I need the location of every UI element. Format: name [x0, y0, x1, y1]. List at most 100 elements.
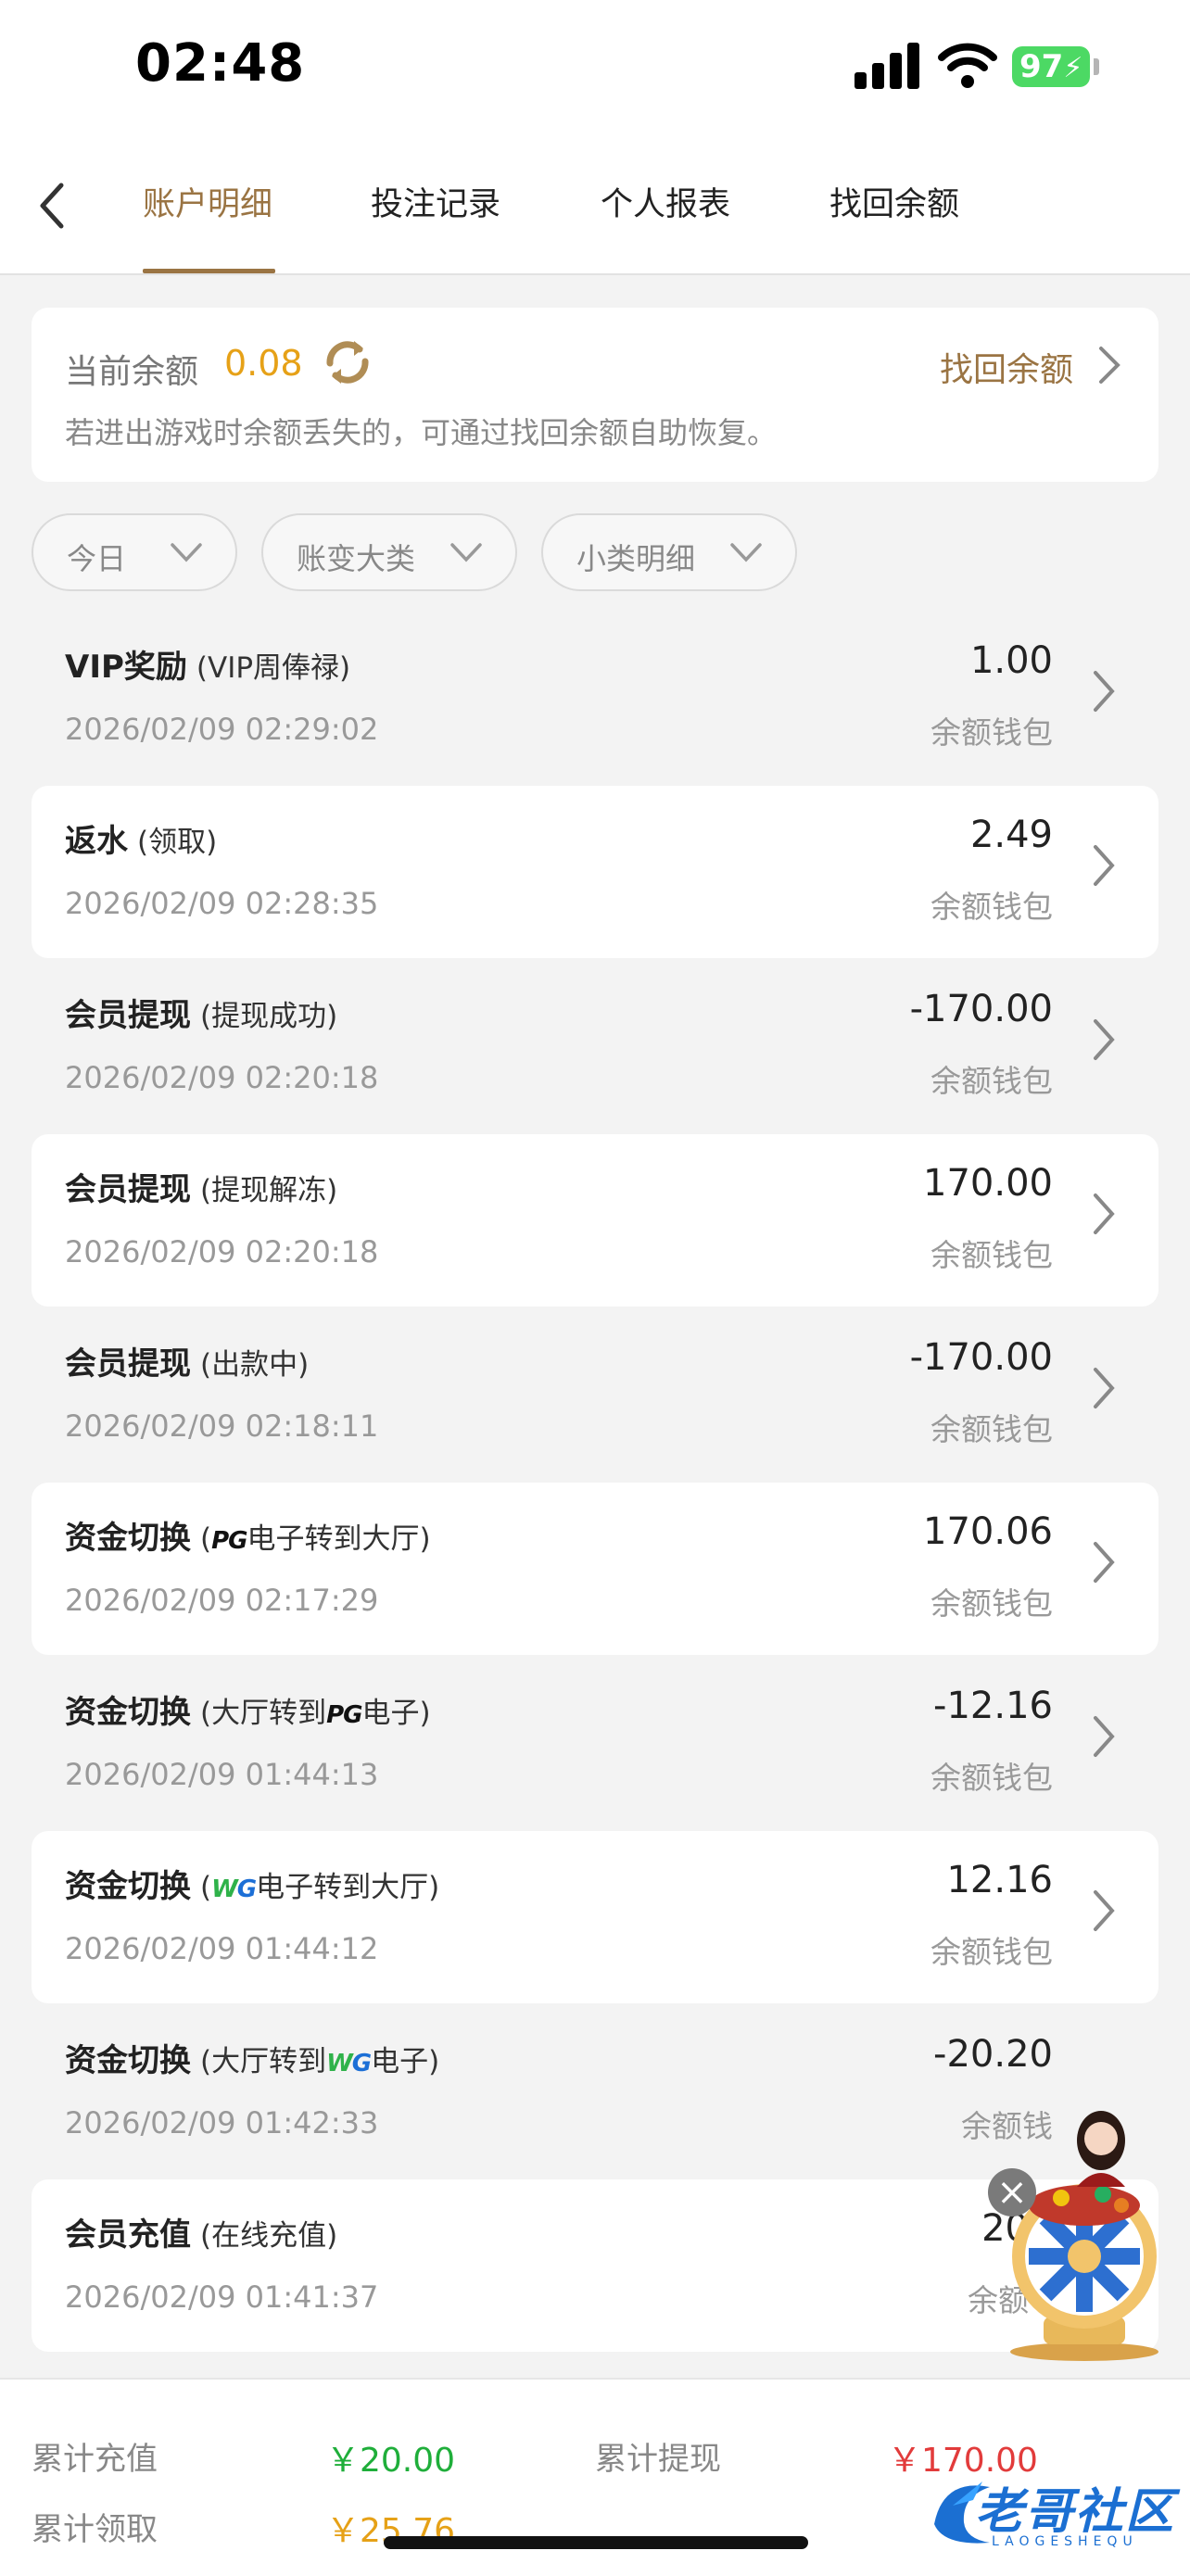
- balance-hint: 若进出游戏时余额丢失的，可通过找回余额自助恢复。: [65, 415, 778, 450]
- record-time: 2026/02/09 02:20:18: [65, 1060, 379, 1095]
- top-nav: 账户明细 投注记录 个人报表 找回余额: [0, 139, 1190, 275]
- active-tab-indicator: [143, 269, 275, 273]
- record-time: 2026/02/09 01:44:12: [65, 1931, 379, 1966]
- filter-subcategory-label: 小类明细: [576, 541, 696, 576]
- record-wallet: 余额钱包: [930, 714, 1053, 751]
- chevron-right-icon: [1094, 1542, 1115, 1583]
- battery-icon: 97⚡: [1012, 46, 1090, 87]
- record-wallet: 余额钱包: [930, 889, 1053, 925]
- filter-category[interactable]: 账变大类: [261, 513, 517, 591]
- tab-recover-balance[interactable]: 找回余额: [829, 178, 959, 225]
- wifi-icon: [938, 43, 997, 88]
- filter-date-label: 今日: [67, 541, 127, 576]
- record-time: 2026/02/09 02:29:02: [65, 712, 379, 747]
- balance-card: 当前余额 0.08 找回余额 若进出游戏时余额丢失的，可通过找回余额自助恢复。: [32, 308, 1158, 482]
- chevron-right-icon: [1094, 1890, 1115, 1931]
- battery-level: 97: [1019, 48, 1064, 85]
- promo-wheel-widget[interactable]: [992, 2085, 1177, 2363]
- balance-label: 当前余额: [65, 353, 199, 391]
- record-row[interactable]: 资金切换 (大厅转到WG电子) 2026/02/09 01:42:33 -20.2…: [32, 2005, 1158, 2178]
- record-row[interactable]: 资金切换 (大厅转到PG电子) 2026/02/09 01:44:13 -12.1…: [32, 1657, 1158, 1829]
- recover-balance-link[interactable]: 找回余额: [940, 343, 1073, 391]
- chevron-right-icon: [1094, 845, 1115, 886]
- total-recharge-value: ￥20.00: [326, 2442, 456, 2480]
- record-time: 2026/02/09 02:28:35: [65, 886, 379, 921]
- record-subtype-prefix: (: [200, 1871, 212, 1904]
- record-amount: -170.00: [909, 988, 1053, 1030]
- record-row[interactable]: 资金切换 (WG电子转到大厅) 2026/02/09 01:44:12 12.16…: [32, 1831, 1158, 2003]
- record-time: 2026/02/09 02:18:11: [65, 1408, 379, 1444]
- record-amount: 170.00: [923, 1162, 1053, 1205]
- filter-category-label: 账变大类: [297, 541, 416, 576]
- tab-bet-records[interactable]: 投注记录: [371, 178, 500, 225]
- chevron-right-icon: [1094, 1193, 1115, 1234]
- record-title: 资金切换: [65, 1520, 191, 1557]
- pg-logo: PG: [326, 1701, 362, 1729]
- chevron-down-icon: [730, 543, 762, 562]
- chevron-right-icon: [1094, 671, 1115, 712]
- brand-subtitle: LAOGESHEQU: [992, 2534, 1138, 2549]
- brand-name: 老哥社区: [975, 2484, 1176, 2540]
- record-title: 会员提现: [65, 997, 191, 1034]
- chevron-right-icon: [1094, 1368, 1115, 1408]
- record-subtype-prefix: (: [200, 1522, 212, 1556]
- record-subtype-suffix: 电子): [371, 2045, 440, 2078]
- status-bar: 02:48 97⚡: [0, 0, 1190, 139]
- record-wallet: 余额钱包: [930, 1411, 1053, 1447]
- record-title: 资金切换: [65, 1868, 191, 1905]
- tab-account-detail[interactable]: 账户明细: [143, 178, 272, 225]
- record-row[interactable]: 会员提现 (出款中) 2026/02/09 02:18:11 -170.00 余额…: [32, 1308, 1158, 1481]
- status-time: 02:48: [135, 33, 306, 94]
- filter-date[interactable]: 今日: [32, 513, 237, 591]
- record-wallet: 余额钱包: [930, 1934, 1053, 1970]
- record-amount: -20.20: [933, 2033, 1053, 2076]
- record-subtype: (在线充值): [200, 2219, 338, 2253]
- tab-personal-report[interactable]: 个人报表: [601, 178, 730, 225]
- battery-tip: [1094, 58, 1099, 75]
- chevron-right-icon: [1094, 1716, 1115, 1757]
- promo-close-button[interactable]: ×: [988, 2168, 1036, 2216]
- record-subtype-suffix: 电子): [361, 1697, 431, 1730]
- record-row[interactable]: 资金切换 (PG电子转到大厅) 2026/02/09 02:17:29 170.0…: [32, 1483, 1158, 1655]
- wg-logo: WG: [211, 1875, 257, 1903]
- record-wallet: 余额钱包: [930, 1760, 1053, 1796]
- record-amount: 1.00: [969, 639, 1053, 682]
- back-arrow-icon[interactable]: [33, 178, 70, 234]
- record-row[interactable]: 返水 (领取) 2026/02/09 02:28:35 2.49 余额钱包: [32, 786, 1158, 958]
- record-time: 2026/02/09 02:20:18: [65, 1234, 379, 1269]
- record-row[interactable]: 会员充值 (在线充值) 2026/02/09 01:41:37 20 余额: [32, 2179, 1158, 2352]
- filter-subcategory[interactable]: 小类明细: [541, 513, 797, 591]
- chevron-down-icon: [450, 543, 482, 562]
- record-title: 会员提现: [65, 1171, 191, 1208]
- record-subtype: (提现解冻): [200, 1174, 338, 1207]
- record-amount: 12.16: [946, 1859, 1053, 1901]
- record-amount: 2.49: [969, 814, 1053, 856]
- pg-logo: PG: [211, 1527, 247, 1555]
- record-wallet: 余额钱包: [930, 1063, 1053, 1099]
- balance-value: 0.08: [224, 343, 303, 384]
- record-title: 会员充值: [65, 2216, 191, 2254]
- refresh-icon[interactable]: [321, 335, 374, 389]
- record-title: 资金切换: [65, 2042, 191, 2079]
- record-time: 2026/02/09 01:42:33: [65, 2105, 379, 2140]
- record-subtype-prefix: (大厅转到: [200, 2045, 327, 2078]
- record-row[interactable]: 会员提现 (提现解冻) 2026/02/09 02:20:18 170.00 余额…: [32, 1134, 1158, 1307]
- record-time: 2026/02/09 01:44:13: [65, 1757, 379, 1792]
- record-title: 返水: [65, 823, 128, 860]
- record-time: 2026/02/09 01:41:37: [65, 2279, 379, 2315]
- record-amount: 170.06: [923, 1510, 1053, 1553]
- record-subtype: (出款中): [200, 1348, 310, 1382]
- total-withdraw-label: 累计提现: [595, 2441, 721, 2478]
- chevron-right-icon[interactable]: [1097, 345, 1121, 385]
- total-recharge-label: 累计充值: [32, 2441, 158, 2478]
- total-claim-label: 累计领取: [32, 2511, 158, 2548]
- record-subtype: (领取): [137, 826, 218, 859]
- record-wallet: 余额钱包: [930, 1585, 1053, 1622]
- record-subtype-suffix: 电子转到大厅): [247, 1522, 431, 1556]
- chevron-right-icon: [1094, 1019, 1115, 1060]
- record-row[interactable]: VIP奖励 (VIP周俸禄) 2026/02/09 02:29:02 1.00 余…: [32, 612, 1158, 784]
- record-title: VIP奖励: [65, 649, 187, 686]
- record-wallet: 余额钱包: [930, 1237, 1053, 1273]
- record-title: 会员提现: [65, 1345, 191, 1383]
- record-row[interactable]: 会员提现 (提现成功) 2026/02/09 02:20:18 -170.00 余…: [32, 960, 1158, 1132]
